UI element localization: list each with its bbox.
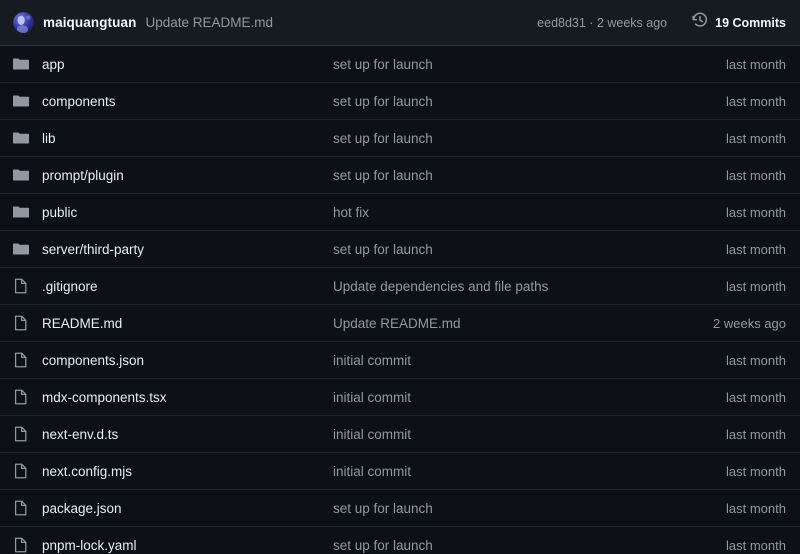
row-commit-time: last month [726,278,786,294]
commit-author-name[interactable]: maiquangtuan [43,15,136,30]
file-icon [13,315,29,331]
row-commit-message[interactable]: set up for launch [333,94,726,109]
row-commit-time: last month [726,167,786,183]
row-commit-time: last month [726,352,786,368]
directory-name-cell[interactable]: app [13,56,333,72]
table-row[interactable]: prompt/plugin set up for launch last month [0,157,800,194]
row-commit-time: last month [726,241,786,257]
table-row[interactable]: server/third-party set up for launch last … [0,231,800,268]
row-commit-time: last month [726,93,786,109]
row-commit-message[interactable]: Update dependencies and file paths [333,279,726,294]
row-commit-message[interactable]: initial commit [333,427,726,442]
table-row[interactable]: next-env.d.ts initial commit last month [0,416,800,453]
row-name-label[interactable]: prompt/plugin [42,168,124,183]
row-name-label[interactable]: next.config.mjs [42,464,132,479]
table-row[interactable]: public hot fix last month [0,194,800,231]
table-row[interactable]: README.md Update README.md 2 weeks ago [0,305,800,342]
table-row[interactable]: .gitignore Update dependencies and file p… [0,268,800,305]
file-icon [13,389,29,405]
folder-icon [13,56,29,72]
latest-commit-header: maiquangtuan Update README.md eed8d31 · … [0,0,800,46]
row-name-label[interactable]: .gitignore [42,279,98,294]
row-name-label[interactable]: README.md [42,316,122,331]
row-commit-message[interactable]: hot fix [333,205,726,220]
row-name-label[interactable]: app [42,57,65,72]
row-name-label[interactable]: pnpm-lock.yaml [42,538,137,553]
row-commit-message[interactable]: initial commit [333,353,726,368]
folder-icon [13,204,29,220]
directory-name-cell[interactable]: public [13,204,333,220]
row-name-label[interactable]: package.json [42,501,122,516]
table-row[interactable]: package.json set up for launch last month [0,490,800,527]
file-name-cell[interactable]: .gitignore [13,278,333,294]
row-name-label[interactable]: server/third-party [42,242,144,257]
row-name-label[interactable]: components [42,94,116,109]
commits-count-link[interactable]: 19 Commits [692,12,786,33]
row-commit-time: last month [726,537,786,553]
file-name-cell[interactable]: next-env.d.ts [13,426,333,442]
folder-icon [13,167,29,183]
file-name-cell[interactable]: mdx-components.tsx [13,389,333,405]
table-row[interactable]: components.json initial commit last month [0,342,800,379]
row-commit-message[interactable]: set up for launch [333,501,726,516]
row-name-label[interactable]: next-env.d.ts [42,427,118,442]
history-icon [692,12,708,33]
repository-file-browser: maiquangtuan Update README.md eed8d31 · … [0,0,800,554]
table-row[interactable]: mdx-components.tsx initial commit last mon… [0,379,800,416]
row-commit-message[interactable]: Update README.md [333,316,713,331]
row-commit-time: last month [726,500,786,516]
file-name-cell[interactable]: components.json [13,352,333,368]
folder-icon [13,93,29,109]
row-name-label[interactable]: lib [42,131,56,146]
row-commit-message[interactable]: set up for launch [333,131,726,146]
row-commit-message[interactable]: initial commit [333,390,726,405]
row-commit-message[interactable]: initial commit [333,464,726,479]
folder-icon [13,130,29,146]
row-commit-time: last month [726,389,786,405]
row-name-label[interactable]: public [42,205,77,220]
file-name-cell[interactable]: pnpm-lock.yaml [13,537,333,553]
row-commit-message[interactable]: set up for launch [333,57,726,72]
file-name-cell[interactable]: next.config.mjs [13,463,333,479]
directory-name-cell[interactable]: components [13,93,333,109]
avatar[interactable] [13,12,34,33]
directory-name-cell[interactable]: lib [13,130,333,146]
commit-message[interactable]: Update README.md [145,15,273,30]
row-commit-time: last month [726,463,786,479]
directory-name-cell[interactable]: prompt/plugin [13,167,333,183]
row-commit-time: 2 weeks ago [713,315,786,331]
commit-hash-and-age[interactable]: eed8d31 · 2 weeks ago [537,16,667,30]
file-icon [13,426,29,442]
table-row[interactable]: next.config.mjs initial commit last month [0,453,800,490]
folder-icon [13,241,29,257]
row-commit-message[interactable]: set up for launch [333,242,726,257]
table-row[interactable]: app set up for launch last month [0,46,800,83]
row-commit-time: last month [726,56,786,72]
file-icon [13,537,29,553]
table-row[interactable]: pnpm-lock.yaml set up for launch last mont… [0,527,800,554]
file-name-cell[interactable]: package.json [13,500,333,516]
file-icon [13,500,29,516]
file-icon [13,352,29,368]
table-row[interactable]: lib set up for launch last month [0,120,800,157]
row-commit-time: last month [726,426,786,442]
table-row[interactable]: components set up for launch last month [0,83,800,120]
row-commit-message[interactable]: set up for launch [333,168,726,183]
row-commit-time: last month [726,130,786,146]
file-icon [13,463,29,479]
row-commit-message[interactable]: set up for launch [333,538,726,553]
row-commit-time: last month [726,204,786,220]
latest-commit-meta-group: eed8d31 · 2 weeks ago 19 Commits [537,12,786,33]
commits-count-label: 19 Commits [715,15,786,30]
file-icon [13,278,29,294]
row-name-label[interactable]: components.json [42,353,144,368]
file-list: app set up for launch last month components… [0,46,800,554]
latest-commit-author-group: maiquangtuan Update README.md [13,12,537,33]
file-name-cell[interactable]: README.md [13,315,333,331]
row-name-label[interactable]: mdx-components.tsx [42,390,167,405]
directory-name-cell[interactable]: server/third-party [13,241,333,257]
